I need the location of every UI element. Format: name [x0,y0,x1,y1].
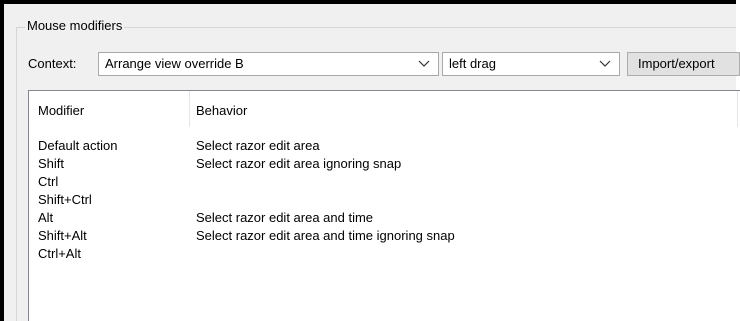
column-separator[interactable] [189,91,190,127]
import-export-button[interactable]: Import/export [627,52,740,76]
modifier-cell: Ctrl+Alt [38,246,81,261]
modifier-cell: Alt [38,210,54,225]
context-dropdown-value: Arrange view override B [105,56,244,71]
modifier-cell: Shift+Alt [38,228,87,243]
group-box-left-border [16,27,17,321]
list-item[interactable]: Alt Select razor edit area and time [29,209,740,227]
column-header-modifier[interactable]: Modifier [38,103,84,119]
group-title: Mouse modifiers [25,18,125,34]
action-dropdown[interactable]: left drag [442,52,620,76]
chevron-down-icon [418,60,430,67]
modifier-cell: Shift+Ctrl [38,192,92,207]
list-item[interactable]: Shift+Ctrl [29,191,740,209]
list-item[interactable]: Ctrl [29,173,740,191]
mouse-modifiers-panel: Mouse modifiers Context: Arrange view ov… [0,0,740,321]
column-header-behavior[interactable]: Behavior [196,103,247,119]
modifier-list[interactable]: Modifier Behavior Default action Select … [28,90,740,321]
list-item[interactable]: Default action Select razor edit area [29,137,740,155]
behavior-cell: Select razor edit area and time ignoring… [196,228,455,243]
behavior-cell: Select razor edit area ignoring snap [196,156,402,171]
modifier-cell: Shift [38,156,65,171]
modifier-cell: Ctrl [38,174,59,189]
list-item[interactable]: Ctrl+Alt [29,245,740,263]
list-item[interactable]: Shift Select razor edit area ignoring sn… [29,155,740,173]
modifier-cell: Default action [38,138,118,153]
list-header: Modifier Behavior [29,91,740,127]
action-dropdown-value: left drag [449,56,496,71]
behavior-cell: Select razor edit area and time [196,210,374,225]
list-item[interactable]: Shift+Alt Select razor edit area and tim… [29,227,740,245]
column-separator[interactable] [737,91,738,127]
context-label: Context: [28,56,77,71]
chevron-down-icon [599,60,611,67]
behavior-cell: Select razor edit area [196,138,320,153]
context-dropdown[interactable]: Arrange view override B [98,52,439,76]
